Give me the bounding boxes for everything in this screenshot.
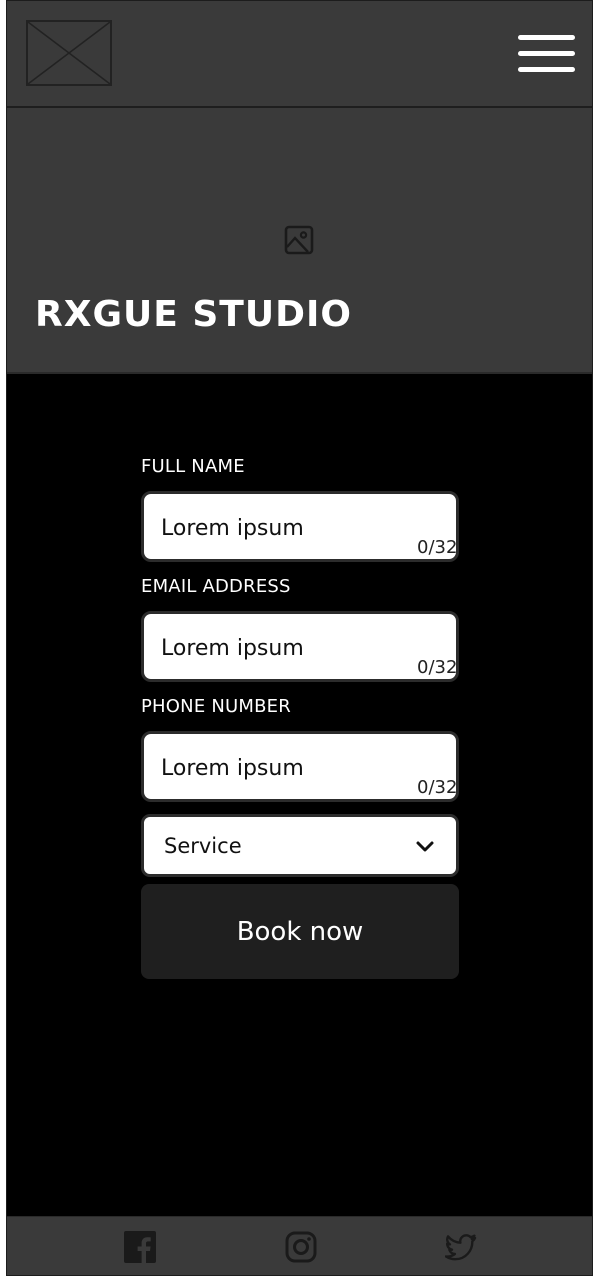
email-address-input[interactable] xyxy=(161,632,411,664)
full-name-label: FULL NAME xyxy=(141,456,245,477)
facebook-icon[interactable] xyxy=(124,1231,156,1263)
full-name-field: 0/32 xyxy=(141,491,459,562)
email-address-field: 0/32 xyxy=(141,611,459,682)
logo-placeholder[interactable] xyxy=(26,20,112,86)
service-select-value: Service xyxy=(164,834,242,858)
hero-banner: RXGUE STUDIO xyxy=(7,108,592,374)
instagram-icon[interactable] xyxy=(285,1231,317,1263)
chevron-down-icon xyxy=(416,841,434,852)
twitter-icon[interactable] xyxy=(445,1231,477,1263)
phone-number-input[interactable] xyxy=(161,752,411,784)
app-frame: RXGUE STUDIO FULL NAME 0/32 EMAIL ADDRES… xyxy=(6,0,593,1276)
phone-number-label: PHONE NUMBER xyxy=(141,696,291,717)
full-name-input[interactable] xyxy=(161,512,411,544)
image-icon xyxy=(284,225,314,255)
full-name-char-counter: 0/32 xyxy=(417,537,458,558)
email-address-label: EMAIL ADDRESS xyxy=(141,576,291,597)
phone-number-char-counter: 0/32 xyxy=(417,777,458,798)
email-address-char-counter: 0/32 xyxy=(417,657,458,678)
social-footer xyxy=(7,1216,592,1275)
book-now-button[interactable]: Book now xyxy=(141,884,459,979)
service-select[interactable]: Service xyxy=(141,814,459,877)
hamburger-menu-icon[interactable] xyxy=(518,35,576,73)
phone-number-field: 0/32 xyxy=(141,731,459,802)
studio-title: RXGUE STUDIO xyxy=(35,294,352,335)
top-nav-bar xyxy=(7,1,592,108)
image-placeholder-icon xyxy=(28,22,110,84)
